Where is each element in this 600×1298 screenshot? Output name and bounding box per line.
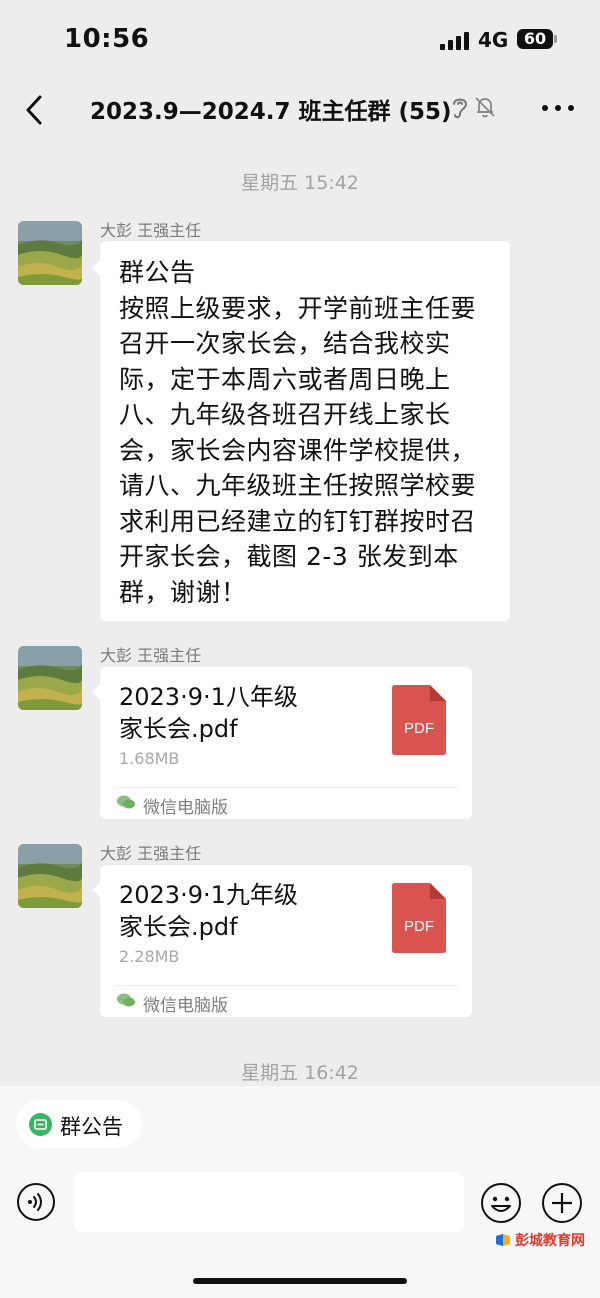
more-button[interactable]	[538, 94, 578, 120]
message-text: 群公告 按照上级要求，开学前班主任要召开一次家长会，结合我校实际，定于本周六或者…	[119, 258, 477, 607]
watermark-logo-icon	[496, 1234, 510, 1246]
back-button[interactable]	[18, 92, 54, 128]
ear-icon	[450, 94, 470, 120]
nav-bar: 2023.9—2024.7 班主任群 (55)	[0, 80, 600, 140]
add-button[interactable]	[541, 1182, 583, 1224]
watermark-text: 彭城教育网	[515, 1233, 585, 1249]
divider	[114, 787, 458, 788]
emoji-icon	[481, 1183, 521, 1223]
voice-button[interactable]	[16, 1182, 56, 1222]
add-icon	[542, 1183, 582, 1223]
timestamp: 星期五 15:42	[241, 172, 359, 194]
wechat-icon	[117, 795, 135, 809]
network-type: 4G	[478, 28, 509, 52]
file-source: 微信电脑版	[143, 798, 228, 818]
status-time: 10:56	[64, 24, 150, 54]
voice-icon	[17, 1183, 55, 1221]
chat-title[interactable]: 2023.9—2024.7 班主任群 (55)	[90, 92, 452, 126]
file-message-bubble[interactable]: 2023·9·1九年级 家长会.pdf 2.28MB PDF 微信电脑版	[100, 865, 472, 1017]
notice-label: 群公告	[60, 1115, 123, 1139]
input-panel: 群公告 彭城教育网	[0, 1086, 600, 1298]
avatar[interactable]	[18, 844, 82, 908]
sender-name: 大彭 王强主任	[100, 844, 202, 863]
file-message-bubble[interactable]: 2023·9·1八年级 家长会.pdf 1.68MB PDF 微信电脑版	[100, 667, 472, 819]
timestamp: 星期五 16:42	[241, 1062, 359, 1084]
message-input[interactable]	[74, 1172, 464, 1232]
pdf-label: PDF	[404, 918, 434, 935]
emoji-button[interactable]	[480, 1182, 522, 1224]
signal-icon	[440, 30, 470, 50]
sender-name: 大彭 王强主任	[100, 221, 202, 240]
mute-icon	[472, 94, 498, 120]
watermark: 彭城教育网	[493, 1230, 597, 1252]
group-notice-chip[interactable]: 群公告	[16, 1100, 142, 1148]
file-name: 2023·9·1八年级 家长会.pdf	[119, 683, 298, 743]
battery-icon: 60	[517, 29, 553, 49]
notice-icon	[29, 1113, 52, 1136]
more-icon	[542, 105, 548, 111]
home-indicator[interactable]	[193, 1278, 407, 1284]
back-icon	[26, 95, 42, 125]
pdf-icon: PDF	[392, 685, 446, 755]
file-size: 1.68MB	[119, 749, 180, 768]
file-name: 2023·9·1九年级 家长会.pdf	[119, 881, 298, 941]
battery-cap	[554, 35, 557, 43]
pdf-icon: PDF	[392, 883, 446, 953]
text-message-bubble[interactable]: 群公告 按照上级要求，开学前班主任要召开一次家长会，结合我校实际，定于本周六或者…	[100, 241, 510, 621]
sender-name: 大彭 王强主任	[100, 646, 202, 665]
wechat-icon	[117, 993, 135, 1007]
avatar[interactable]	[18, 221, 82, 285]
avatar[interactable]	[18, 646, 82, 710]
file-size: 2.28MB	[119, 947, 180, 966]
divider	[114, 985, 458, 986]
status-bar: 10:56 4G 60	[0, 0, 600, 80]
pdf-label: PDF	[404, 720, 434, 737]
file-source: 微信电脑版	[143, 996, 228, 1016]
